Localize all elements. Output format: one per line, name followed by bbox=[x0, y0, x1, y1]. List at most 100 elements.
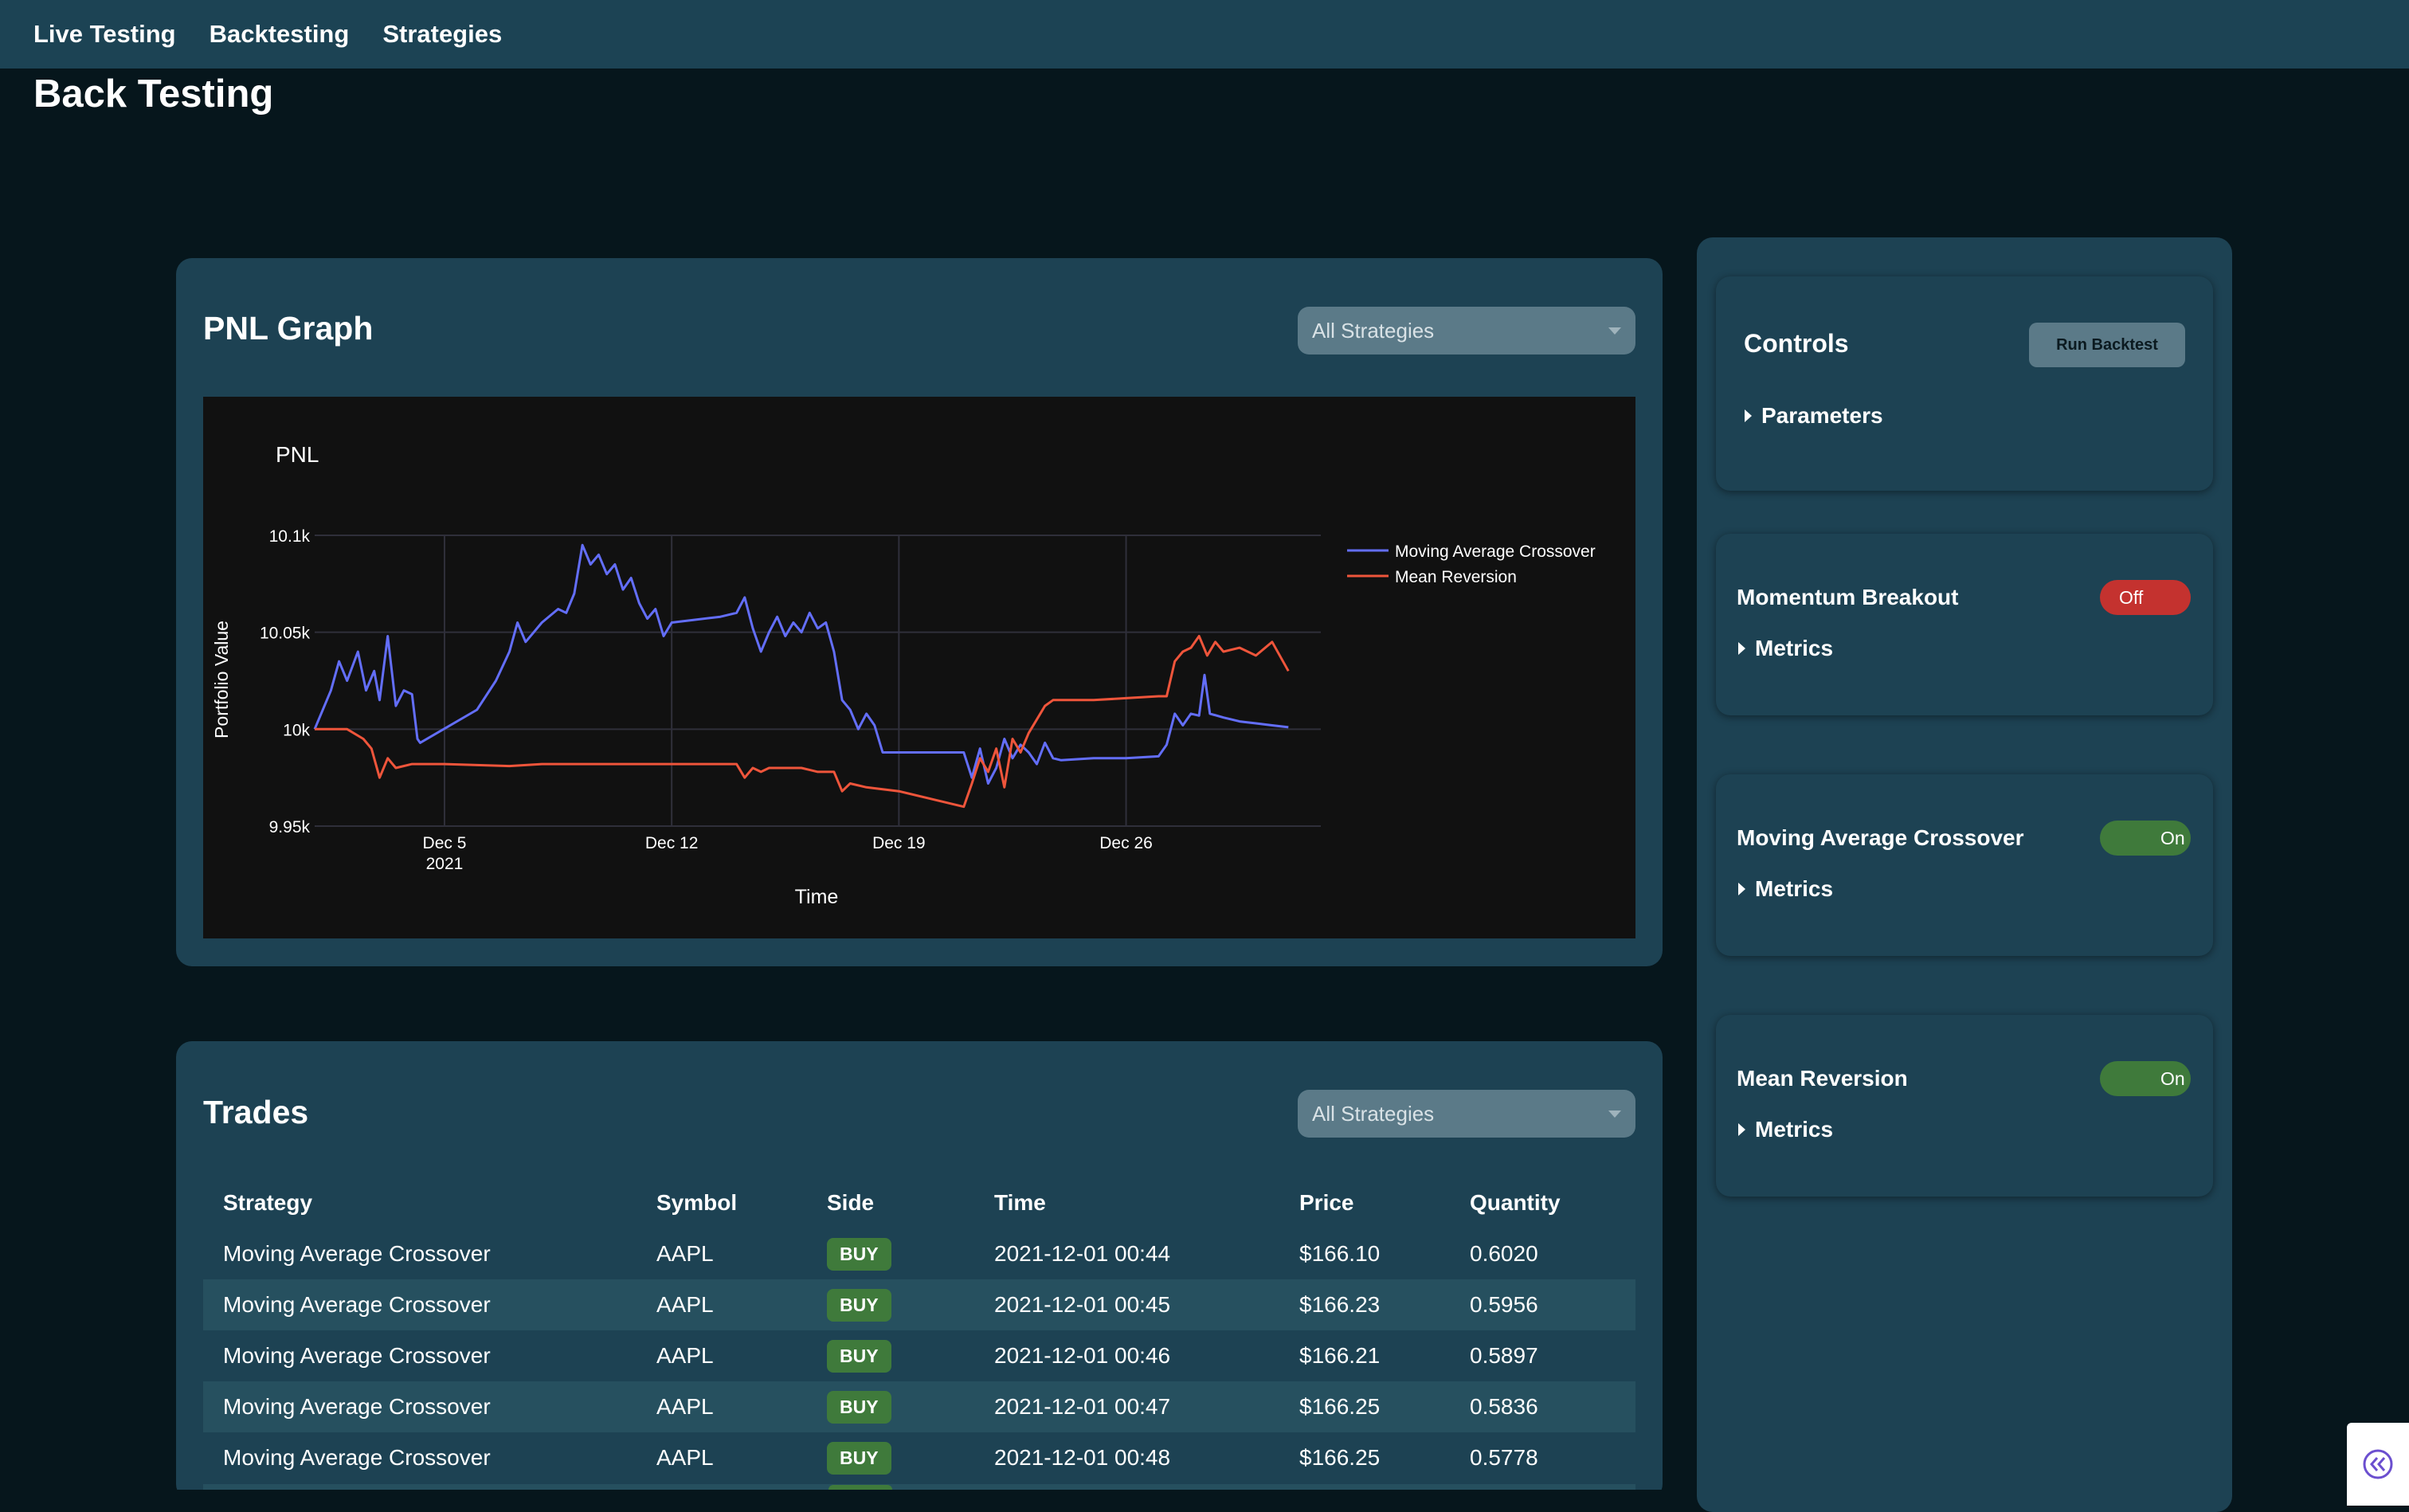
y-tick-label: 10.05k bbox=[260, 625, 311, 643]
strategy-toggle[interactable]: Off bbox=[2100, 580, 2191, 615]
strategy-card-moving-average-crossover: Moving Average Crossover On Metrics bbox=[1716, 774, 2213, 956]
cell-quantity: 0.6020 bbox=[1470, 1241, 1538, 1266]
cell-strategy: Moving Average Crossover bbox=[223, 1343, 491, 1368]
side-badge: BUY bbox=[827, 1390, 891, 1424]
cell-price: $166.25 bbox=[1279, 1381, 1450, 1432]
trades-strategy-select[interactable]: All Strategies bbox=[1298, 1090, 1635, 1138]
cell-strategy: Moving Average Crossover bbox=[223, 1241, 491, 1266]
table-row[interactable]: Moving Average Crossover AAPL BUY 2021-1… bbox=[203, 1432, 1635, 1483]
run-backtest-button[interactable]: Run Backtest bbox=[2029, 323, 2185, 367]
metrics-disclosure[interactable]: Metrics bbox=[1738, 1117, 1833, 1142]
y-axis-label: Portfolio Value bbox=[211, 621, 232, 738]
chevron-down-icon bbox=[1608, 327, 1621, 335]
legend-label-mac: Moving Average Crossover bbox=[1395, 543, 1596, 561]
x-axis-label: Time bbox=[795, 886, 839, 908]
col-quantity[interactable]: Quantity bbox=[1450, 1177, 1635, 1228]
y-tick-label: 9.95k bbox=[269, 818, 311, 836]
parameters-label: Parameters bbox=[1761, 403, 1883, 428]
cell-time: 2021-12-01 00:47 bbox=[974, 1381, 1279, 1432]
table-row[interactable]: Moving Average Crossover AAPL BUY 2021-1… bbox=[203, 1330, 1635, 1381]
cell-quantity: 0.5836 bbox=[1450, 1381, 1635, 1432]
parameters-disclosure[interactable]: Parameters bbox=[1745, 403, 1883, 429]
page-title: Back Testing bbox=[33, 72, 274, 116]
cell-symbol: AAPL bbox=[656, 1241, 714, 1266]
nav-backtesting[interactable]: Backtesting bbox=[210, 20, 350, 49]
pnl-strategy-select[interactable]: All Strategies bbox=[1298, 307, 1635, 354]
strategy-name: Momentum Breakout bbox=[1737, 585, 1959, 609]
cell-strategy: Moving Average Crossover bbox=[203, 1381, 637, 1432]
table-header-row: Strategy Symbol Side Time Price Quantity bbox=[203, 1177, 1635, 1228]
series-line-moving-average-crossover bbox=[313, 543, 1289, 785]
metrics-label: Metrics bbox=[1755, 876, 1834, 901]
trades-card-bottom-mask bbox=[176, 1490, 1663, 1506]
trades-table: Strategy Symbol Side Time Price Quantity… bbox=[203, 1177, 1635, 1483]
cell-symbol: AAPL bbox=[637, 1279, 807, 1330]
cell-time: 2021-12-01 00:44 bbox=[994, 1241, 1171, 1266]
pnl-card-title: PNL Graph bbox=[203, 310, 374, 347]
collapse-panel-button[interactable] bbox=[2347, 1423, 2409, 1506]
cell-strategy: Moving Average Crossover bbox=[203, 1279, 637, 1330]
x-tick-label: Dec 26 bbox=[1099, 834, 1153, 852]
cell-symbol: AAPL bbox=[656, 1343, 714, 1368]
side-badge: BUY bbox=[827, 1237, 891, 1271]
side-badge: BUY bbox=[827, 1339, 891, 1373]
x-tick-label: Dec 12 bbox=[645, 834, 699, 852]
y-tick-label: 10k bbox=[283, 721, 310, 739]
strategy-toggle[interactable]: On bbox=[2100, 1061, 2191, 1096]
cell-price: $166.10 bbox=[1299, 1241, 1381, 1266]
table-row[interactable]: Moving Average Crossover AAPL BUY 2021-1… bbox=[203, 1381, 1635, 1432]
cell-symbol: AAPL bbox=[656, 1445, 714, 1470]
nav-strategies[interactable]: Strategies bbox=[382, 20, 502, 49]
pnl-strategy-select-value: All Strategies bbox=[1312, 318, 1435, 343]
table-row[interactable]: Moving Average Crossover AAPL BUY 2021-1… bbox=[203, 1279, 1635, 1330]
cell-price: $166.23 bbox=[1279, 1279, 1450, 1330]
pnl-chart: 9.95k 10k 10.05k 10.1k Dec 5 2021 Dec 12 Dec 19… bbox=[203, 397, 1635, 938]
cell-strategy: Moving Average Crossover bbox=[223, 1445, 491, 1470]
metrics-label: Metrics bbox=[1755, 1117, 1834, 1142]
metrics-disclosure[interactable]: Metrics bbox=[1738, 876, 1833, 902]
trades-card-title: Trades bbox=[203, 1094, 309, 1130]
caret-right-icon bbox=[1738, 1123, 1745, 1136]
series-line-mean-reversion bbox=[315, 635, 1290, 809]
x-tick-label: Dec 5 bbox=[423, 834, 467, 852]
cell-time: 2021-12-01 00:48 bbox=[994, 1445, 1171, 1470]
cell-time: 2021-12-01 00:46 bbox=[994, 1343, 1171, 1368]
side-badge: BUY bbox=[827, 1288, 891, 1322]
caret-right-icon bbox=[1738, 642, 1745, 655]
col-symbol[interactable]: Symbol bbox=[637, 1177, 807, 1228]
col-strategy[interactable]: Strategy bbox=[203, 1177, 637, 1228]
top-nav: Live Testing Backtesting Strategies bbox=[0, 0, 2409, 69]
caret-right-icon bbox=[1738, 883, 1745, 895]
chart-title: PNL bbox=[276, 442, 319, 467]
cell-quantity: 0.5778 bbox=[1470, 1445, 1538, 1470]
cell-symbol: AAPL bbox=[637, 1381, 807, 1432]
x-tick-label: Dec 19 bbox=[872, 834, 926, 852]
controls-card: Controls Run Backtest Parameters bbox=[1716, 276, 2213, 491]
strategy-card-mean-reversion: Mean Reversion On Metrics bbox=[1716, 1015, 2213, 1197]
cell-price: $166.21 bbox=[1299, 1343, 1381, 1368]
table-row[interactable]: Moving Average Crossover AAPL BUY 2021-1… bbox=[203, 1228, 1635, 1279]
x-tick-sublabel: 2021 bbox=[426, 855, 464, 873]
legend-label-mr: Mean Reversion bbox=[1395, 568, 1517, 586]
metrics-label: Metrics bbox=[1755, 636, 1834, 660]
strategy-toggle[interactable]: On bbox=[2100, 821, 2191, 856]
cell-time: 2021-12-01 00:45 bbox=[974, 1279, 1279, 1330]
strategy-name: Mean Reversion bbox=[1737, 1066, 1908, 1091]
metrics-disclosure[interactable]: Metrics bbox=[1738, 636, 1833, 661]
col-time[interactable]: Time bbox=[974, 1177, 1279, 1228]
col-side[interactable]: Side bbox=[807, 1177, 974, 1228]
series-lines bbox=[313, 543, 1290, 809]
cell-quantity: 0.5956 bbox=[1450, 1279, 1635, 1330]
strategy-card-momentum-breakout: Momentum Breakout Off Metrics bbox=[1716, 534, 2213, 715]
y-tick-label: 10.1k bbox=[269, 527, 311, 546]
col-price[interactable]: Price bbox=[1279, 1177, 1450, 1228]
tick-labels: 9.95k 10k 10.05k 10.1k Dec 5 2021 Dec 12 Dec 19… bbox=[260, 527, 1153, 873]
cell-price: $166.25 bbox=[1299, 1445, 1381, 1470]
partial-row bbox=[203, 1484, 1635, 1490]
double-chevron-left-icon bbox=[2363, 1449, 2393, 1479]
controls-title: Controls bbox=[1744, 329, 1849, 358]
trades-strategy-select-value: All Strategies bbox=[1312, 1101, 1435, 1126]
chevron-down-icon bbox=[1608, 1110, 1621, 1118]
chart-legend: Moving Average Crossover Mean Reversion bbox=[1347, 543, 1596, 586]
nav-live-testing[interactable]: Live Testing bbox=[33, 20, 176, 49]
